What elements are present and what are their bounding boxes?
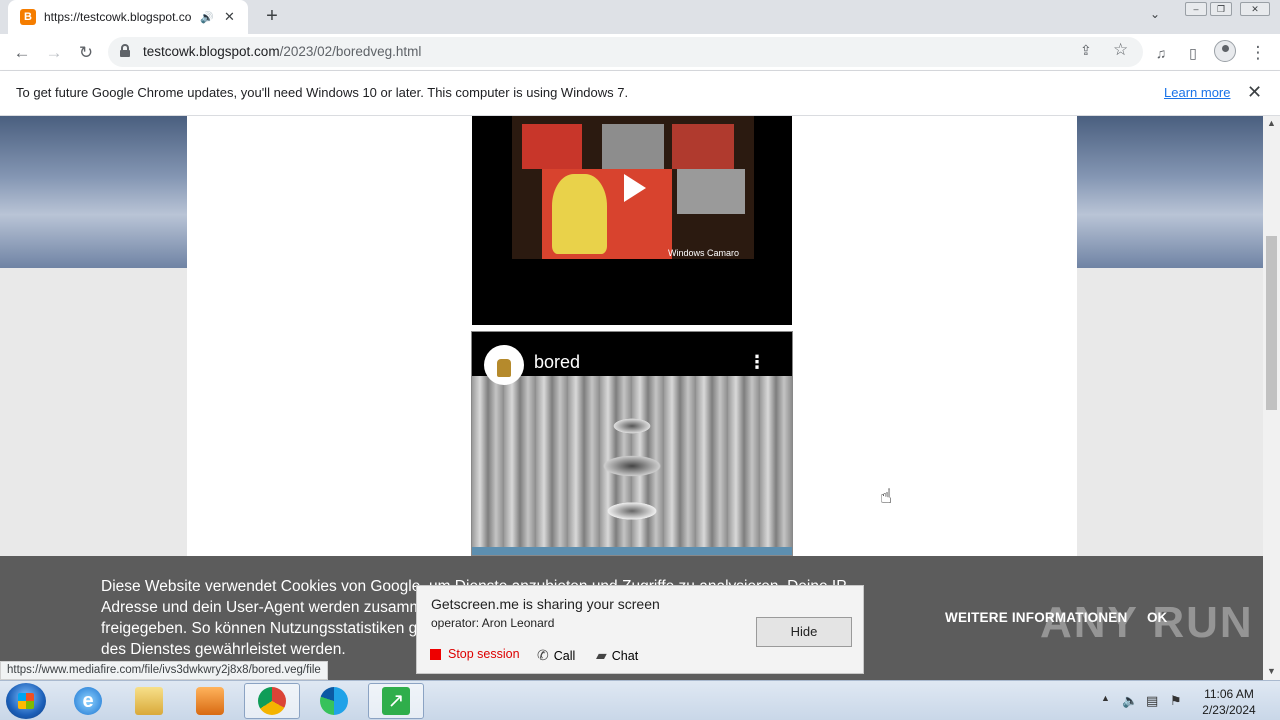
phone-icon: ✆: [537, 647, 549, 663]
stop-icon: [430, 648, 441, 660]
channel-name[interactable]: bored: [534, 352, 580, 373]
status-bar-url: https://www.mediafire.com/file/ivs3dwkwr…: [0, 661, 328, 680]
tab-strip: B https://testcowk.blogspot.co 🔊 ✕ + ⌄ –…: [0, 0, 1280, 34]
vertical-scrollbar[interactable]: ▲ ▼: [1263, 116, 1280, 680]
getscreen-popup: Getscreen.me is sharing your screen oper…: [416, 585, 864, 674]
hand-cursor-icon: ☝: [880, 486, 893, 508]
minimize-button[interactable]: –: [1185, 2, 1207, 16]
scroll-down-icon[interactable]: ▼: [1267, 666, 1276, 676]
tray-expand-icon[interactable]: ▲: [1101, 693, 1110, 703]
new-tab-button[interactable]: +: [260, 5, 284, 29]
system-clock[interactable]: 11:06 AM 2/23/2024: [1196, 686, 1262, 718]
hide-button[interactable]: Hide: [756, 617, 852, 647]
window-close-button[interactable]: ✕: [1240, 2, 1270, 16]
browser-toolbar: ← → ↻ testcowk.blogspot.com/2023/02/bore…: [0, 34, 1280, 71]
tab-close-icon[interactable]: ✕: [224, 9, 235, 25]
chat-bubble-icon: ▰: [596, 647, 607, 663]
windows-taskbar: e ↗ ▲ 🔈 ▤ ⚑ 11:06 AM 2/23/2024: [0, 680, 1280, 720]
channel-avatar[interactable]: [484, 345, 524, 385]
learn-more-link[interactable]: Learn more: [1164, 85, 1230, 100]
stop-session-button[interactable]: Stop session: [430, 647, 520, 661]
start-button[interactable]: [6, 683, 46, 719]
bookmark-star-icon[interactable]: ☆: [1113, 40, 1128, 60]
infobar-message: To get future Google Chrome updates, you…: [16, 85, 629, 100]
action-center-flag-icon[interactable]: ⚑: [1170, 693, 1182, 709]
chrome-icon[interactable]: [244, 683, 300, 719]
update-infobar: To get future Google Chrome updates, you…: [0, 71, 1280, 116]
more-options-icon[interactable]: ⋮: [748, 352, 766, 373]
getscreen-icon[interactable]: ↗: [368, 683, 424, 719]
ok-button[interactable]: OK: [1147, 610, 1167, 625]
infobar-close-icon[interactable]: ✕: [1247, 82, 1262, 103]
windows-logo-icon: [18, 693, 34, 709]
blogger-favicon-icon: B: [20, 9, 36, 25]
volume-icon[interactable]: 🔈: [1122, 693, 1138, 709]
file-explorer-icon[interactable]: [121, 683, 177, 719]
more-info-button[interactable]: WEITERE INFORMATIONEN: [945, 610, 1127, 625]
url-text[interactable]: testcowk.blogspot.com/2023/02/boredveg.h…: [143, 44, 421, 59]
tab-search-chevron-icon[interactable]: ⌄: [1150, 7, 1160, 21]
address-bar[interactable]: testcowk.blogspot.com/2023/02/boredveg.h…: [108, 37, 1143, 67]
network-icon[interactable]: ▤: [1146, 693, 1158, 709]
embedded-video-1[interactable]: Windows Camaro: [472, 116, 792, 325]
internet-explorer-icon[interactable]: e: [60, 683, 116, 719]
speaker-icon[interactable]: 🔊: [200, 11, 216, 24]
embedded-video-2[interactable]: bored ⋮: [471, 331, 793, 556]
media-control-icon[interactable]: ♫: [1148, 40, 1174, 66]
scroll-up-icon[interactable]: ▲: [1267, 118, 1276, 128]
profile-avatar[interactable]: [1214, 40, 1236, 62]
header-background-right: [1077, 116, 1263, 268]
media-player-icon[interactable]: [182, 683, 238, 719]
browser-tab[interactable]: B https://testcowk.blogspot.co 🔊 ✕: [8, 0, 248, 34]
edge-icon[interactable]: [306, 683, 362, 719]
menu-kebab-icon[interactable]: ⋮: [1245, 40, 1271, 66]
restore-button[interactable]: ❐: [1210, 2, 1232, 16]
header-background-left: [0, 116, 187, 268]
forward-arrow-icon[interactable]: →: [41, 40, 67, 66]
operator-label: operator: Aron Leonard: [431, 616, 555, 630]
share-icon[interactable]: ⇪: [1080, 42, 1092, 59]
sharing-message: Getscreen.me is sharing your screen: [431, 596, 660, 612]
reload-icon[interactable]: ↻: [73, 40, 99, 66]
back-arrow-icon[interactable]: ←: [9, 40, 35, 66]
lock-icon[interactable]: [120, 44, 130, 58]
scrollbar-thumb[interactable]: [1266, 236, 1277, 410]
video-frame: [472, 376, 792, 555]
call-button[interactable]: ✆ Call: [537, 647, 575, 664]
video-caption: Windows Camaro: [668, 248, 740, 258]
chat-button[interactable]: ▰ Chat: [596, 647, 638, 664]
tab-title: https://testcowk.blogspot.co: [44, 10, 192, 24]
play-icon[interactable]: [624, 174, 646, 202]
side-panel-icon[interactable]: ▯: [1180, 40, 1206, 66]
